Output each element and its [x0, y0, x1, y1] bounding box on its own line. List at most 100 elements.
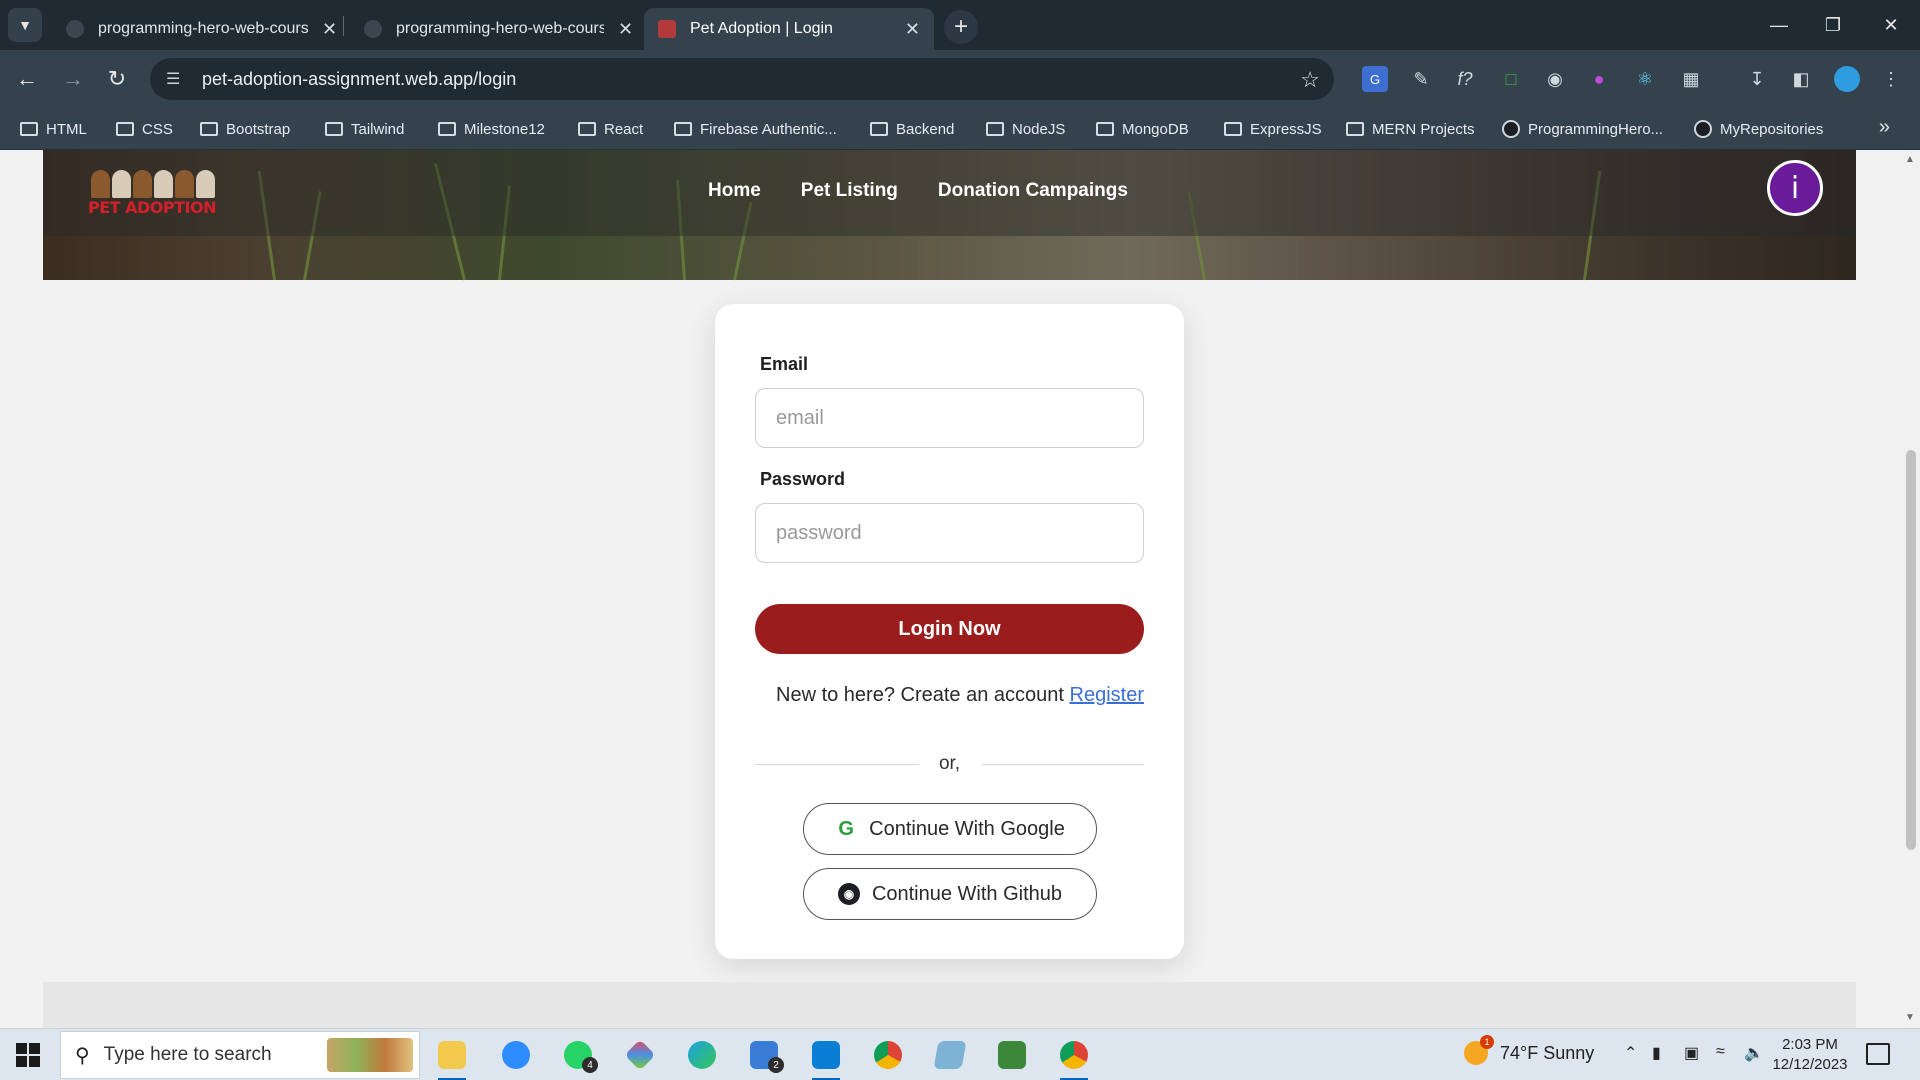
weather-widget[interactable]: 1 74°F Sunny [1464, 1035, 1594, 1065]
nodejs-icon[interactable] [990, 1035, 1034, 1075]
url-text: pet-adoption-assignment.web.app/login [202, 68, 517, 89]
chrome-icon[interactable] [866, 1035, 910, 1075]
grass-blade [733, 201, 753, 281]
nav-home[interactable]: Home [708, 180, 761, 202]
bookmarks-bar: HTML CSS Bootstrap Tailwind Milestone12 … [0, 108, 1920, 150]
password-label: Password [760, 469, 846, 489]
wifi-icon[interactable]: ≈ [1716, 1043, 1725, 1061]
nav-pet-listing[interactable]: Pet Listing [801, 180, 898, 202]
bookmark-label: React [604, 120, 644, 138]
windows-start-icon[interactable] [16, 1043, 40, 1067]
taskbar-search-box[interactable]: ⚲ Type here to search [60, 1031, 420, 1079]
bookmark-firebase[interactable]: Firebase Authentic... [674, 117, 837, 141]
bookmark-mern-projects[interactable]: MERN Projects [1346, 117, 1475, 141]
react-devtools-icon[interactable]: ⚛ [1632, 66, 1658, 92]
restore-icon[interactable]: ❐ [1810, 8, 1856, 42]
bookmark-expressjs[interactable]: ExpressJS [1224, 117, 1322, 141]
side-panel-icon[interactable]: ◧ [1788, 66, 1814, 92]
hero-banner: PET ADOPTION Home Pet Listing Donation C… [43, 150, 1856, 281]
back-arrow-icon[interactable]: ← [10, 62, 44, 96]
close-icon[interactable]: ✕ [905, 19, 920, 40]
bookmark-programminghero[interactable]: ProgrammingHero... [1502, 117, 1663, 141]
bookmark-label: Bootstrap [226, 120, 291, 138]
more-bookmarks-chevron-icon[interactable]: » [1879, 116, 1890, 139]
scroll-down-icon[interactable]: ▼ [1905, 1012, 1915, 1023]
bookmark-tailwind[interactable]: Tailwind [325, 117, 404, 141]
mail-icon[interactable]: 2 [742, 1035, 786, 1075]
bookmark-bootstrap[interactable]: Bootstrap [200, 117, 290, 141]
bookmark-html[interactable]: HTML [20, 117, 87, 141]
close-window-icon[interactable]: ✕ [1868, 8, 1914, 42]
bookmark-milestone12[interactable]: Milestone12 [438, 117, 545, 141]
zoom-icon[interactable] [494, 1035, 538, 1075]
browser-tab-active[interactable]: Pet Adoption | Login ✕ [644, 8, 934, 50]
bookmark-myrepositories[interactable]: MyRepositories [1694, 117, 1823, 141]
sun-icon: 1 [1464, 1035, 1494, 1065]
bookmark-nodejs[interactable]: NodeJS [986, 117, 1065, 141]
browser-tab-1[interactable]: programming-hero-web-course ✕ [52, 8, 351, 50]
function-extension-icon[interactable]: f? [1452, 66, 1478, 92]
bookmark-css[interactable]: CSS [116, 117, 173, 141]
edge-icon[interactable] [680, 1035, 724, 1075]
bookmark-label: CSS [142, 120, 173, 138]
translate-extension-icon[interactable]: G [1362, 66, 1388, 92]
bookmark-mongodb[interactable]: MongoDB [1096, 117, 1189, 141]
scrollbar-thumb[interactable] [1906, 450, 1916, 850]
mail-badge: 2 [768, 1057, 784, 1073]
register-link[interactable]: Register [1070, 684, 1144, 706]
page-scrollbar[interactable]: ▲ ▼ [1902, 150, 1920, 1028]
chevron-up-icon[interactable]: ⌃ [1624, 1043, 1637, 1063]
bookmark-label: Tailwind [351, 120, 405, 138]
notification-center-icon[interactable] [1866, 1043, 1890, 1065]
folder-icon [438, 122, 456, 136]
download-icon[interactable]: ↧ [1744, 66, 1770, 92]
google-login-button[interactable]: G Continue With Google [803, 803, 1097, 855]
github-login-button[interactable]: ◉ Continue With Github [803, 868, 1097, 920]
file-explorer-icon[interactable] [430, 1035, 474, 1080]
folder-icon [20, 122, 38, 136]
close-icon[interactable]: ✕ [618, 19, 633, 40]
bookmark-backend[interactable]: Backend [870, 117, 954, 141]
bookmark-star-icon[interactable]: ☆ [1300, 67, 1320, 93]
notepad-icon[interactable] [928, 1035, 972, 1075]
folder-icon [1346, 122, 1364, 136]
browser-tab-2[interactable]: programming-hero-web-course ✕ [350, 8, 647, 50]
github-login-label: Continue With Github [871, 882, 1063, 905]
menu-kebab-icon[interactable]: ⋮ [1878, 66, 1904, 92]
screen-capture-extension-icon[interactable]: □ [1498, 66, 1524, 92]
chrome-profile-icon[interactable] [1052, 1035, 1096, 1080]
tab-search-button[interactable]: ▼ [8, 8, 42, 42]
site-logo[interactable]: PET ADOPTION [81, 170, 223, 220]
bookmark-label: HTML [46, 120, 87, 138]
nav-donation-campaigns[interactable]: Donation Campaings [938, 180, 1128, 202]
vscode-icon[interactable] [804, 1035, 848, 1080]
browser-toolbar: ← → ↻ ☰ pet-adoption-assignment.web.app/… [0, 50, 1920, 108]
scroll-up-icon[interactable]: ▲ [1905, 154, 1915, 165]
reload-icon[interactable]: ↻ [100, 62, 134, 96]
meet-now-icon[interactable]: ▣ [1684, 1043, 1699, 1063]
forward-arrow-icon[interactable]: → [56, 62, 90, 96]
whatsapp-icon[interactable]: 4 [556, 1035, 600, 1075]
user-avatar-button[interactable]: i [1767, 160, 1823, 216]
profile-avatar-icon[interactable] [1834, 66, 1860, 92]
color-picker-extension-icon[interactable]: ● [1586, 66, 1612, 92]
site-info-icon[interactable]: ☰ [166, 69, 188, 89]
email-field[interactable] [755, 388, 1144, 448]
password-field[interactable] [755, 503, 1144, 563]
windows-taskbar: ⚲ Type here to search 4 2 1 74°F Sunny ⌃… [0, 1028, 1920, 1080]
new-tab-button[interactable]: + [944, 10, 978, 44]
close-icon[interactable]: ✕ [322, 19, 337, 40]
bookmark-label: Firebase Authentic... [700, 120, 837, 138]
camera-extension-icon[interactable]: ◉ [1542, 66, 1568, 92]
address-bar[interactable]: ☰ pet-adoption-assignment.web.app/login … [150, 58, 1334, 100]
extensions-puzzle-icon[interactable]: ▦ [1678, 66, 1704, 92]
login-button[interactable]: Login Now [755, 604, 1144, 654]
battery-icon[interactable]: ▮ [1652, 1043, 1661, 1063]
volume-icon[interactable]: 🔈 [1744, 1043, 1764, 1063]
git-client-icon[interactable] [618, 1035, 662, 1075]
taskbar-clock[interactable]: 2:03 PM 12/12/2023 [1770, 1035, 1850, 1075]
pen-extension-icon[interactable]: ✎ [1408, 66, 1434, 92]
minimize-icon[interactable]: — [1756, 8, 1802, 42]
tab-title: programming-hero-web-course [98, 20, 308, 37]
bookmark-react[interactable]: React [578, 117, 643, 141]
